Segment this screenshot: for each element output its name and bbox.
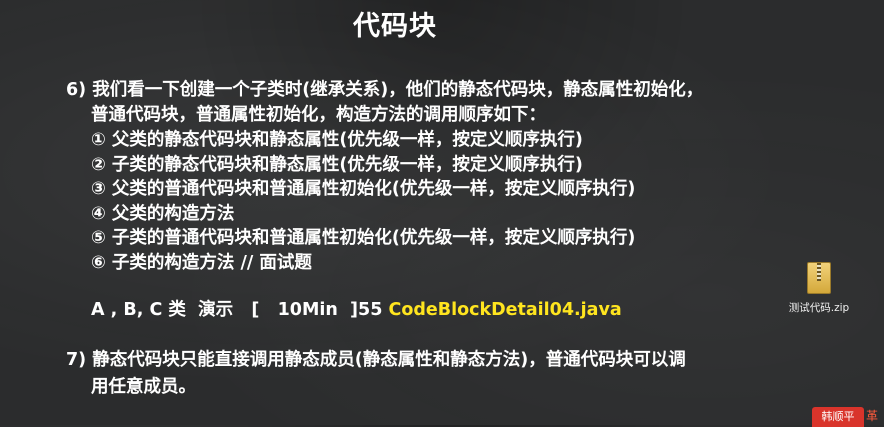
zip-archive-icon [807,262,831,294]
call-order-list: ① 父类的静态代码块和静态属性(优先级一样，按定义顺序执行) ② 子类的静态代码… [66,128,826,275]
slide-title: 代码块 [353,11,437,42]
zip-file-label: 测试代码.zip [788,302,850,314]
list-item: ⑥ 子类的构造方法 // 面试题 [91,252,312,273]
list-item: ② 子类的静态代码块和静态属性(优先级一样，按定义顺序执行) [91,154,583,175]
demo-line: A , B, C 类 演示 [ 10Min ]55 CodeBlockDetai… [91,296,622,321]
desktop-zip-file[interactable]: 测试代码.zip [782,262,856,315]
item-7-line-1: 7) 静态代码块只能直接调用静态成员(静态属性和静态方法)，普通代码块可以调 [66,350,686,370]
author-badge: 韩顺平 [812,407,864,427]
item-7-line-2: 用任意成员。 [91,377,196,397]
list-item: ⑤ 子类的普通代码块和普通属性初始化(优先级一样，按定义顺序执行) [91,228,636,248]
list-item: ① 父类的静态代码块和静态属性(优先级一样，按定义顺序执行) [91,130,583,150]
item-7-block: 7) 静态代码块只能直接调用静态成员(静态属性和静态方法)，普通代码块可以调 用… [66,347,826,401]
item-6-block: 6) 我们看一下创建一个子类时(继承关系)，他们的静态代码块，静态属性初始化， … [66,78,826,275]
list-item: ③ 父类的普通代码块和普通属性初始化(优先级一样，按定义顺序执行) [91,179,636,199]
demo-prefix: A , B, C 类 演示 [ 10Min ]55 [91,300,389,320]
demo-filename: CodeBlockDetail04.java [388,300,622,320]
author-badge-extra: 革 [866,409,879,423]
item-6-line-2: 普通代码块，普通属性初始化，构造方法的调用顺序如下： [91,105,546,125]
item-6-line-1: 6) 我们看一下创建一个子类时(继承关系)，他们的静态代码块，静态属性初始化， [66,80,704,100]
list-item: ④ 父类的构造方法 [91,203,235,224]
